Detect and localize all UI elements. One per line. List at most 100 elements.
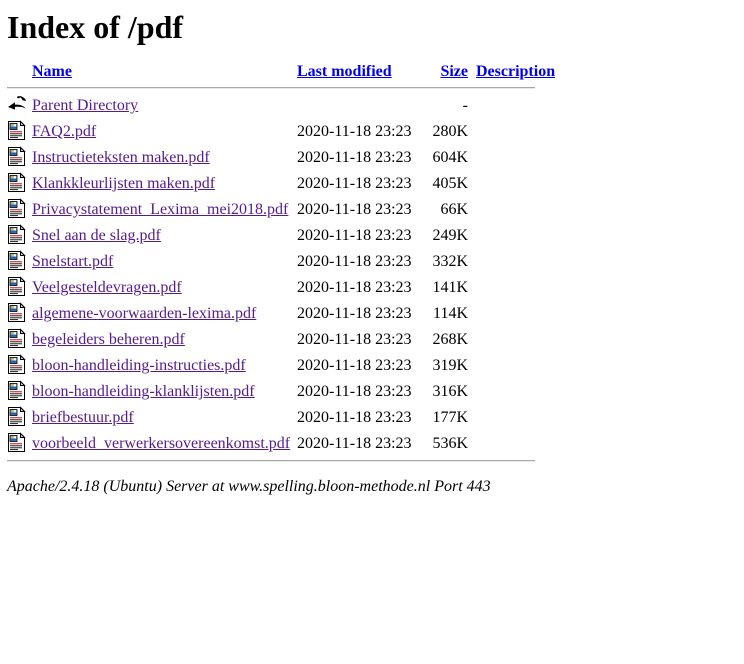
table-row: FAQ2.pdf 2020-11-18 23:23 280K bbox=[7, 119, 555, 145]
row-size-cell: 268K bbox=[432, 331, 468, 348]
table-row: Klankkleurlijsten maken.pdf 2020-11-18 23… bbox=[7, 171, 555, 197]
pdf-file-icon bbox=[7, 406, 27, 428]
header-rule-row bbox=[7, 84, 555, 93]
row-description-cell bbox=[468, 119, 555, 145]
sort-by-description-link[interactable]: Description bbox=[476, 63, 555, 80]
row-icon-cell bbox=[7, 171, 32, 197]
row-name-cell: briefbestuur.pdf bbox=[32, 405, 297, 431]
table-row: voorbeeld_verwerkersovereenkomst.pdf 2020… bbox=[7, 431, 555, 457]
row-size-cell: 114K bbox=[433, 305, 468, 322]
row-name-cell: voorbeeld_verwerkersovereenkomst.pdf bbox=[32, 431, 297, 457]
row-last-modified-cell: 2020-11-18 23:23 bbox=[297, 435, 412, 452]
row-last-modified-cell: 2020-11-18 23:23 bbox=[297, 253, 412, 270]
table-header-row: Name Last modified Size Description bbox=[7, 64, 555, 84]
file-link[interactable]: FAQ2.pdf bbox=[32, 123, 96, 140]
row-size-cell: 319K bbox=[432, 357, 468, 374]
pdf-file-icon bbox=[7, 380, 27, 402]
row-size-cell: 249K bbox=[432, 227, 468, 244]
pdf-file-icon bbox=[7, 172, 27, 194]
pdf-file-icon bbox=[7, 250, 27, 272]
row-name-cell: Parent Directory bbox=[32, 93, 297, 119]
file-link[interactable]: begeleiders beheren.pdf bbox=[32, 331, 185, 348]
footer: Apache/2.4.18 (Ubuntu) Server at www.spe… bbox=[0, 479, 744, 495]
row-description-cell bbox=[468, 327, 555, 353]
footer-rule-cell bbox=[7, 457, 555, 466]
row-description-cell bbox=[468, 249, 555, 275]
table-row: begeleiders beheren.pdf 2020-11-18 23:23 2… bbox=[7, 327, 555, 353]
row-icon-cell bbox=[7, 379, 32, 405]
row-size-cell: 332K bbox=[432, 253, 468, 270]
row-last-modified-cell: 2020-11-18 23:23 bbox=[297, 383, 412, 400]
sort-by-size-link[interactable]: Size bbox=[440, 63, 468, 80]
row-name-cell: Veelgesteldevragen.pdf bbox=[32, 275, 297, 301]
row-last-modified-cell bbox=[297, 93, 430, 119]
table-row: bloon-handleiding-instructies.pdf 2020-11… bbox=[7, 353, 555, 379]
header-icon-spacer bbox=[7, 64, 32, 84]
row-name-cell: FAQ2.pdf bbox=[32, 119, 297, 145]
row-name-cell: Instructieteksten maken.pdf bbox=[32, 145, 297, 171]
row-name-cell: Snel aan de slag.pdf bbox=[32, 223, 297, 249]
row-last-modified-cell: 2020-11-18 23:23 bbox=[297, 123, 412, 140]
file-link[interactable]: briefbestuur.pdf bbox=[32, 409, 134, 426]
file-link[interactable]: Snelstart.pdf bbox=[32, 253, 113, 270]
table-row: algemene-voorwaarden-lexima.pdf 2020-11-1… bbox=[7, 301, 555, 327]
directory-listing-table: Name Last modified Size Description Pare… bbox=[7, 64, 555, 466]
row-last-modified-cell: 2020-11-18 23:23 bbox=[297, 409, 412, 426]
pdf-file-icon bbox=[7, 302, 27, 324]
row-last-modified-cell: 2020-11-18 23:23 bbox=[297, 279, 412, 296]
table-row: Instructieteksten maken.pdf 2020-11-18 23… bbox=[7, 145, 555, 171]
row-size-cell: - bbox=[462, 97, 468, 114]
row-description-cell bbox=[468, 431, 555, 457]
file-link[interactable]: Privacystatement_Lexima_mei2018.pdf bbox=[32, 201, 288, 218]
table-row: bloon-handleiding-klanklijsten.pdf 2020-1… bbox=[7, 379, 555, 405]
file-link[interactable]: bloon-handleiding-klanklijsten.pdf bbox=[32, 383, 255, 400]
row-size-cell: 280K bbox=[432, 123, 468, 140]
parent-directory-link[interactable]: Parent Directory bbox=[32, 97, 138, 114]
header-size: Size bbox=[430, 64, 468, 84]
footer-rule-row bbox=[7, 457, 555, 466]
row-size-cell: 66K bbox=[440, 201, 468, 218]
file-link[interactable]: voorbeeld_verwerkersovereenkomst.pdf bbox=[32, 435, 290, 452]
file-link[interactable]: Veelgesteldevragen.pdf bbox=[32, 279, 182, 296]
file-link[interactable]: Instructieteksten maken.pdf bbox=[32, 149, 210, 166]
row-icon-cell bbox=[7, 93, 32, 119]
row-description-cell bbox=[468, 171, 555, 197]
pdf-file-icon bbox=[7, 276, 27, 298]
row-icon-cell bbox=[7, 223, 32, 249]
row-name-cell: Privacystatement_Lexima_mei2018.pdf bbox=[32, 197, 297, 223]
row-icon-cell bbox=[7, 197, 32, 223]
file-link[interactable]: Snel aan de slag.pdf bbox=[32, 227, 161, 244]
pdf-file-icon bbox=[7, 328, 27, 350]
row-name-cell: begeleiders beheren.pdf bbox=[32, 327, 297, 353]
server-signature: Apache/2.4.18 (Ubuntu) Server at www.spe… bbox=[7, 478, 491, 495]
row-icon-cell bbox=[7, 119, 32, 145]
row-size-cell: 536K bbox=[432, 435, 468, 452]
sort-by-date-link[interactable]: Last modified bbox=[297, 63, 392, 80]
row-size-cell: 604K bbox=[432, 149, 468, 166]
file-link[interactable]: Klankkleurlijsten maken.pdf bbox=[32, 175, 215, 192]
row-icon-cell bbox=[7, 249, 32, 275]
row-name-cell: Snelstart.pdf bbox=[32, 249, 297, 275]
file-link[interactable]: algemene-voorwaarden-lexima.pdf bbox=[32, 305, 256, 322]
pdf-file-icon bbox=[7, 120, 27, 142]
row-size-cell: 177K bbox=[432, 409, 468, 426]
pdf-file-icon bbox=[7, 224, 27, 246]
table-row: Privacystatement_Lexima_mei2018.pdf 2020-… bbox=[7, 197, 555, 223]
footer-divider bbox=[7, 460, 535, 462]
row-description-cell bbox=[468, 145, 555, 171]
row-icon-cell bbox=[7, 431, 32, 457]
header-last-modified: Last modified bbox=[297, 64, 430, 84]
table-row: briefbestuur.pdf 2020-11-18 23:23 177K bbox=[7, 405, 555, 431]
row-icon-cell bbox=[7, 405, 32, 431]
row-description-cell bbox=[468, 405, 555, 431]
row-icon-cell bbox=[7, 353, 32, 379]
directory-listing-body: Parent Directory - FAQ2.pdf 2020-11-18 23:2… bbox=[7, 93, 555, 457]
row-last-modified-cell: 2020-11-18 23:23 bbox=[297, 305, 412, 322]
file-link[interactable]: bloon-handleiding-instructies.pdf bbox=[32, 357, 246, 374]
header-rule-cell bbox=[7, 84, 555, 93]
row-description-cell bbox=[468, 93, 555, 119]
row-last-modified-cell: 2020-11-18 23:23 bbox=[297, 201, 412, 218]
table-row: Snel aan de slag.pdf 2020-11-18 23:23 249K bbox=[7, 223, 555, 249]
sort-by-name-link[interactable]: Name bbox=[32, 63, 72, 80]
row-icon-cell bbox=[7, 327, 32, 353]
